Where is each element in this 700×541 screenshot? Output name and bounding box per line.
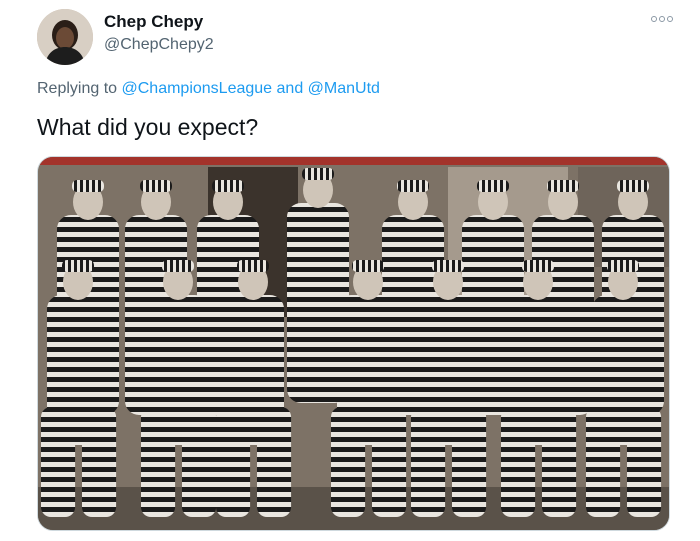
more-dots-icon[interactable]: [651, 12, 673, 26]
mention-manutd[interactable]: @ManUtd: [308, 80, 380, 97]
tweet-text: What did you expect?: [37, 114, 259, 140]
replying-conjunction: and: [276, 80, 304, 97]
profile-photo-icon: [37, 9, 93, 65]
mention-champions-league[interactable]: @ChampionsLeague: [122, 80, 273, 97]
replying-prefix: Replying to: [37, 80, 118, 97]
author-display-name[interactable]: Chep Chepy: [104, 12, 203, 32]
replying-to-line: Replying to @ChampionsLeague and @ManUtd: [37, 80, 380, 98]
team-photo-image: [38, 157, 669, 530]
author-handle[interactable]: @ChepChepy2: [104, 36, 214, 54]
author-avatar[interactable]: [37, 9, 93, 65]
tweet-card[interactable]: Chep Chepy @ChepChepy2 Replying to @Cham…: [0, 0, 700, 541]
tweet-photo[interactable]: [37, 156, 670, 531]
